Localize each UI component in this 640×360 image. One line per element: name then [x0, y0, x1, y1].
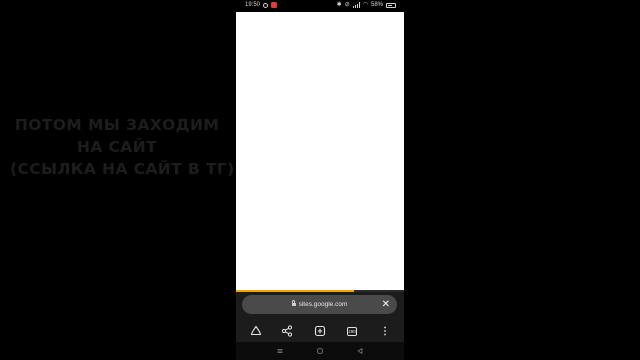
close-icon[interactable]: ✕ — [382, 295, 390, 314]
add-tab-icon — [314, 325, 326, 337]
browser-actions: 290 — [236, 322, 404, 340]
lock-icon — [291, 300, 296, 306]
back-button[interactable] — [352, 342, 368, 360]
more-menu-button[interactable] — [376, 322, 394, 340]
address-bar[interactable]: sites.google.com ✕ — [242, 295, 397, 314]
browser-toolbar: sites.google.com ✕ 290 — [236, 292, 404, 342]
new-tab-button[interactable] — [311, 322, 329, 340]
battery-icon — [386, 2, 396, 8]
phone-screen: 19:50 ✱ ⊘ ◠ 58% sites.google.com ✕ 290 — [236, 0, 404, 360]
bluetooth-icon: ✱ — [336, 2, 342, 8]
tab-count: 290 — [347, 326, 357, 336]
status-time: 19:50 — [245, 2, 261, 8]
more-vertical-icon — [384, 326, 386, 336]
status-bar: 19:50 ✱ ⊘ ◠ 58% — [236, 0, 404, 10]
caption-line-2: НА САЙТ — [76, 138, 158, 156]
battery-percent: 58% — [370, 2, 383, 8]
back-triangle-icon — [357, 348, 363, 354]
square-icon — [317, 348, 323, 354]
menu-icon — [277, 349, 283, 353]
share-icon — [281, 325, 293, 337]
video-caption: ПОТОМ МЫ ЗАХОДИМ НА САЙТ (ССЫЛКА НА САЙТ… — [10, 114, 235, 180]
alarm-icon — [263, 2, 269, 8]
wifi-icon: ◠ — [362, 2, 368, 8]
app-notification-icon — [271, 2, 278, 8]
recents-button[interactable] — [272, 342, 288, 360]
caption-line-3: (ССЫЛКА НА САЙТ В ТГ) — [10, 160, 235, 178]
address-bar-url: sites.google.com — [298, 301, 348, 308]
mute-icon: ⊘ — [344, 2, 350, 8]
tabs-button[interactable]: 290 — [343, 322, 361, 340]
caption-line-1: ПОТОМ МЫ ЗАХОДИМ — [14, 116, 220, 134]
home-button[interactable] — [247, 322, 265, 340]
system-navigation-bar — [236, 342, 404, 360]
system-home-button[interactable] — [312, 342, 328, 360]
home-icon — [250, 325, 262, 336]
signal-icon — [352, 2, 360, 8]
web-page-content[interactable] — [236, 12, 404, 291]
share-button[interactable] — [278, 322, 296, 340]
